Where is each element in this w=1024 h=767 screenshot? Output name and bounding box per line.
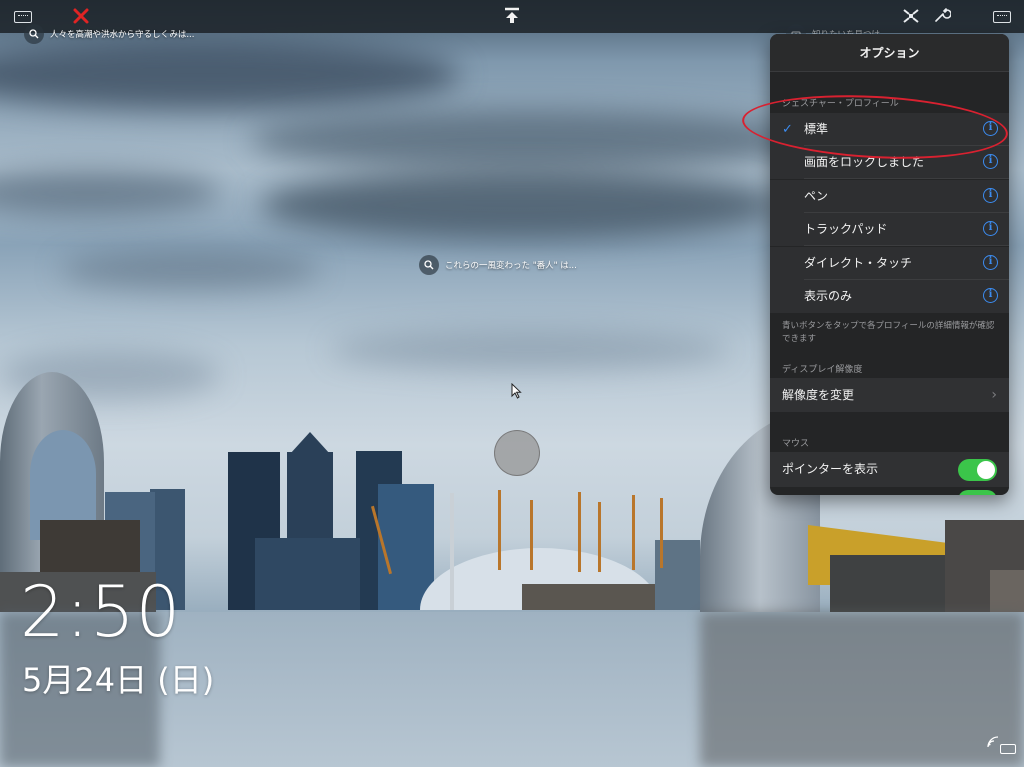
profile-label: 表示のみ — [804, 289, 853, 303]
show-pointer-row: ポインターを表示 — [770, 452, 1009, 487]
profile-row-view-only[interactable]: 表示のみ i — [770, 280, 1009, 313]
spotlight-hint-text: 人々を高潮や洪水から守るしくみは... — [50, 30, 195, 40]
chevron-right-icon: › — [991, 387, 997, 403]
search-icon — [24, 24, 44, 44]
lock-screen-clock: 2:50 — [20, 571, 182, 653]
show-pointer-label: ポインターを表示 — [782, 462, 879, 476]
keyboard-icon[interactable] — [14, 11, 32, 23]
info-icon[interactable]: i — [983, 221, 998, 236]
show-pointer-toggle[interactable] — [958, 459, 997, 481]
profile-help-note: 青いボタンをタップで各プロフィールの詳細情報が確認できます — [782, 321, 995, 344]
next-toggle-partial[interactable] — [958, 490, 997, 495]
spotlight-hint-top-left[interactable]: 人々を高潮や洪水から守るしくみは... — [24, 24, 194, 44]
change-resolution-row[interactable]: 解像度を変更 › — [770, 378, 1009, 412]
display-resolution-header: ディスプレイ解像度 — [782, 365, 863, 375]
spotlight-hint-text: これらの一風変わった "番人" は... — [445, 261, 577, 271]
upload-icon[interactable] — [503, 7, 521, 28]
profile-row-trackpad[interactable]: トラックパッド i — [770, 213, 1009, 246]
fullscreen-icon[interactable] — [903, 9, 919, 26]
profile-row-direct-touch[interactable]: ダイレクト・タッチ i — [770, 247, 1009, 280]
spotlight-hint-center[interactable]: これらの一風変わった "番人" は... — [419, 255, 577, 275]
search-icon — [419, 255, 439, 275]
wrench-icon[interactable] — [933, 6, 952, 27]
mouse-header: マウス — [782, 439, 810, 449]
touch-indicator[interactable] — [494, 430, 540, 476]
profile-label: トラックパッド — [804, 222, 888, 236]
keyboard-icon[interactable] — [1000, 744, 1016, 754]
info-icon[interactable]: i — [983, 255, 998, 270]
wireless-icon — [986, 734, 1000, 753]
profile-label: ペン — [804, 189, 829, 203]
mouse-cursor-icon — [511, 382, 522, 403]
info-icon[interactable]: i — [983, 288, 998, 303]
info-icon[interactable]: i — [983, 188, 998, 203]
keyboard-icon[interactable] — [993, 11, 1011, 23]
change-resolution-label: 解像度を変更 — [782, 388, 855, 402]
profile-row-pen[interactable]: ペン i — [770, 180, 1009, 213]
profile-label: ダイレクト・タッチ — [804, 256, 913, 270]
panel-title: オプション — [770, 34, 1009, 72]
info-icon[interactable]: i — [983, 154, 998, 169]
lock-screen-date: 5月24日 (日) — [22, 661, 215, 699]
